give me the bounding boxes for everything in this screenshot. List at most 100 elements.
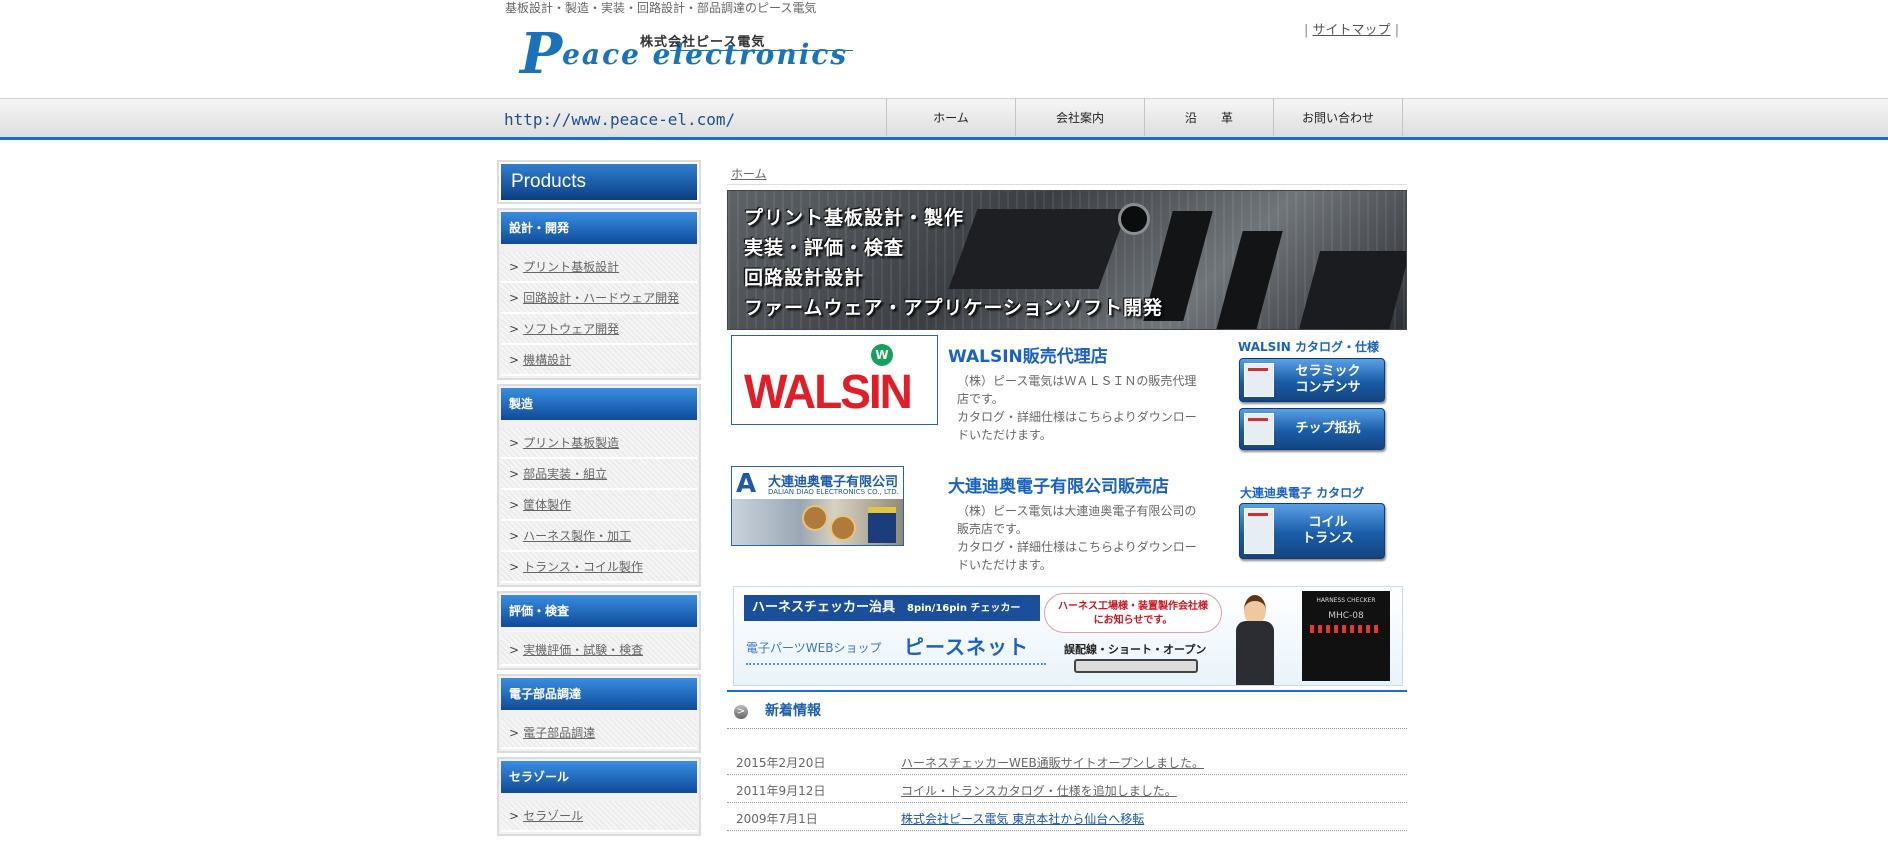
sidebar-item-link[interactable]: トランス・コイル製作 (523, 560, 643, 574)
logo-rule (670, 50, 853, 51)
sidebar-item-link[interactable]: 回路設計・ハードウェア開発 (523, 291, 679, 305)
sidebar-item[interactable]: > 電子部品調達 (501, 718, 697, 749)
sidebar-item-link[interactable]: ハーネス製作・加工 (523, 529, 631, 543)
breadcrumb-divider (727, 184, 1407, 185)
sidebar-item[interactable]: > 筐体製作 (501, 490, 697, 521)
banner-title: ハーネスチェッカー治具 8pin/16pin チェッカー (744, 595, 1040, 621)
category-list: > セラゾール (499, 795, 699, 834)
breadcrumb-home-link[interactable]: ホーム (731, 167, 767, 181)
walsin-description: （株）ピース電気はＷＡＬＳＩＮの販売代理店です。 カタログ・詳細仕様はこちらより… (957, 372, 1202, 444)
angle-right-icon: > (509, 291, 520, 305)
hero-connector-graphic (1213, 231, 1283, 329)
sidebar-item-link[interactable]: 電子部品調達 (523, 726, 595, 740)
category-title: 製造 (501, 388, 697, 420)
person-illustration (1234, 591, 1274, 685)
dalian-desc-line: カタログ・詳細仕様はこちらよりダウンロードいただけます。 (957, 540, 1197, 572)
category-list: > 実機評価・試験・検査 (499, 629, 699, 668)
sitemap-separator: | (1394, 23, 1400, 38)
banner-notice-bubble: ハーネス工場様・装置製作会社様 にお知らせです。 (1044, 593, 1222, 633)
cable-graphic (1074, 659, 1198, 673)
sidebar-item-link[interactable]: ソフトウェア開発 (523, 322, 619, 336)
dalian-title[interactable]: 大連迪奥電子有限公司販売店 (948, 472, 1169, 497)
nav-history[interactable]: 沿 革 (1144, 98, 1273, 136)
products-header: Products (497, 160, 701, 204)
category-list: > プリント基板製造 > 部品実装・組立 > 筐体製作 > ハーネス製作・加工 > トラン… (499, 422, 699, 585)
hero-line: 回路設計設計 (744, 267, 865, 289)
sidebar-item[interactable]: > 実機評価・試験・検査 (501, 635, 697, 666)
sidebar-item[interactable]: > ソフトウェア開発 (501, 314, 697, 345)
sidebar-item-link[interactable]: セラゾール (523, 809, 583, 823)
angle-right-icon: > (509, 809, 520, 823)
banner-notice-line: にお知らせです。 (1093, 615, 1173, 626)
walsin-logo[interactable]: W WALSIN (731, 335, 938, 425)
news-top-rule (727, 690, 1407, 692)
nav-home[interactable]: ホーム (886, 98, 1015, 136)
sidebar-item[interactable]: > 回路設計・ハードウェア開発 (501, 283, 697, 314)
chip-resistor-button[interactable]: チップ抵抗 (1239, 408, 1385, 450)
products-title: Products (501, 164, 697, 200)
sidebar-item-link[interactable]: 機構設計 (523, 353, 571, 367)
device-model: MHC-08 (1328, 611, 1364, 621)
sidebar-item[interactable]: > セラゾール (501, 801, 697, 832)
dalian-catalog-label: 大連迪奥電子 カタログ (1240, 486, 1365, 500)
banner-title-main: ハーネスチェッカー治具 (752, 600, 896, 615)
dalian-product-photo (732, 499, 903, 545)
angle-right-icon: > (509, 560, 520, 574)
dalian-logo[interactable]: A 大連迪奥電子有限公司 DALIAN DIAO ELECTRONICS CO.… (731, 466, 904, 546)
sitemap-separator: | (1304, 23, 1309, 38)
sidebar-item-link[interactable]: プリント基板設計 (523, 260, 619, 274)
angle-right-icon: > (509, 643, 520, 657)
walsin-desc-line: （株）ピース電気はＷＡＬＳＩＮの販売代理店です。 (957, 374, 1197, 406)
news-link[interactable]: 株式会社ピース電気 東京本社から仙台へ移転 (901, 808, 1144, 830)
news-link[interactable]: コイル・トランスカタログ・仕様を追加しました。 (901, 780, 1177, 802)
button-label: コイル トランス (1302, 515, 1354, 546)
nav-contact[interactable]: お問い合わせ (1273, 98, 1403, 136)
news-link[interactable]: ハーネスチェッカーWEB通販サイトオープンしました。 (901, 752, 1204, 774)
harness-checker-banner[interactable]: ハーネスチェッカー治具 8pin/16pin チェッカー 電子パーツWEBショップ… (733, 586, 1403, 686)
coil-transformer-button[interactable]: コイル トランス (1239, 503, 1385, 559)
sidebar-item[interactable]: > ハーネス製作・加工 (501, 521, 697, 552)
device-label: HARNESS CHECKER (1316, 597, 1376, 604)
person-body (1236, 621, 1274, 685)
banner-wire-text: 誤配線・ショート・オープン (1064, 643, 1207, 656)
news-row: 2015年2月20日 ハーネスチェッカーWEB通販サイトオープンしました。 (727, 752, 1407, 775)
nav-company[interactable]: 会社案内 (1015, 98, 1144, 136)
hero-line: プリント基板設計・製作 (744, 207, 965, 229)
ceramic-capacitor-button[interactable]: セラミック コンデンサ (1239, 358, 1385, 402)
walsin-catalog-label: WALSIN カタログ・仕様 (1238, 340, 1379, 354)
hero-banner: プリント基板設計・製作 実装・評価・検査 回路設計設計 ファームウェア・アプリケ… (727, 190, 1407, 330)
sidebar-item-link[interactable]: 実機評価・試験・検査 (523, 643, 643, 657)
catalog-thumbnail (1244, 508, 1274, 554)
category-list: > プリント基板設計 > 回路設計・ハードウェア開発 > ソフトウェア開発 > 機構設計 (499, 246, 699, 378)
button-label: チップ抵抗 (1295, 421, 1361, 436)
coil-graphic (830, 515, 856, 541)
sitemap-links: | サイトマップ | (1304, 19, 1399, 38)
dalian-logo-subtitle: DALIAN DIAO ELECTRONICS CO., LTD. (768, 488, 899, 496)
news-title: 新着情報 (765, 703, 821, 719)
site-logo[interactable]: Peace electronics 株式会社ピース電気 (520, 26, 860, 82)
category-procurement: 電子部品調達 > 電子部品調達 (497, 674, 701, 753)
products-sidebar: Products 設計・開発 > プリント基板設計 > 回路設計・ハードウェア開発 … (497, 160, 701, 840)
site-tagline: 基板設計・製造・実装・回路設計・部品調達のピース電気 (505, 1, 817, 15)
banner-title-sub: 8pin/16pin チェッカー (907, 603, 1021, 614)
nav-underline (0, 137, 1888, 140)
sidebar-item-link[interactable]: プリント基板製造 (523, 436, 619, 450)
sitemap-link[interactable]: サイトマップ (1313, 23, 1391, 38)
walsin-title[interactable]: WALSIN販売代理店 (948, 342, 1108, 367)
sidebar-item[interactable]: > プリント基板製造 (501, 428, 697, 459)
angle-right-icon: > (509, 353, 520, 367)
category-title: セラゾール (501, 761, 697, 793)
sidebar-item[interactable]: > トランス・コイル製作 (501, 552, 697, 583)
angle-right-icon: > (509, 529, 520, 543)
banner-shop-label: 電子パーツWEBショップ (746, 641, 882, 655)
category-cerasol: セラゾール > セラゾール (497, 757, 701, 836)
banner-divider (746, 663, 1046, 665)
catalog-thumbnail (1244, 413, 1274, 445)
sidebar-item-link[interactable]: 部品実装・組立 (523, 467, 607, 481)
sidebar-item[interactable]: > プリント基板設計 (501, 252, 697, 283)
sidebar-item[interactable]: > 機構設計 (501, 345, 697, 376)
sidebar-item[interactable]: > 部品実装・組立 (501, 459, 697, 490)
logo-brand-initial: P (520, 21, 563, 87)
logo-company-name: 株式会社ピース電気 (640, 35, 766, 50)
sidebar-item-link[interactable]: 筐体製作 (523, 498, 571, 512)
